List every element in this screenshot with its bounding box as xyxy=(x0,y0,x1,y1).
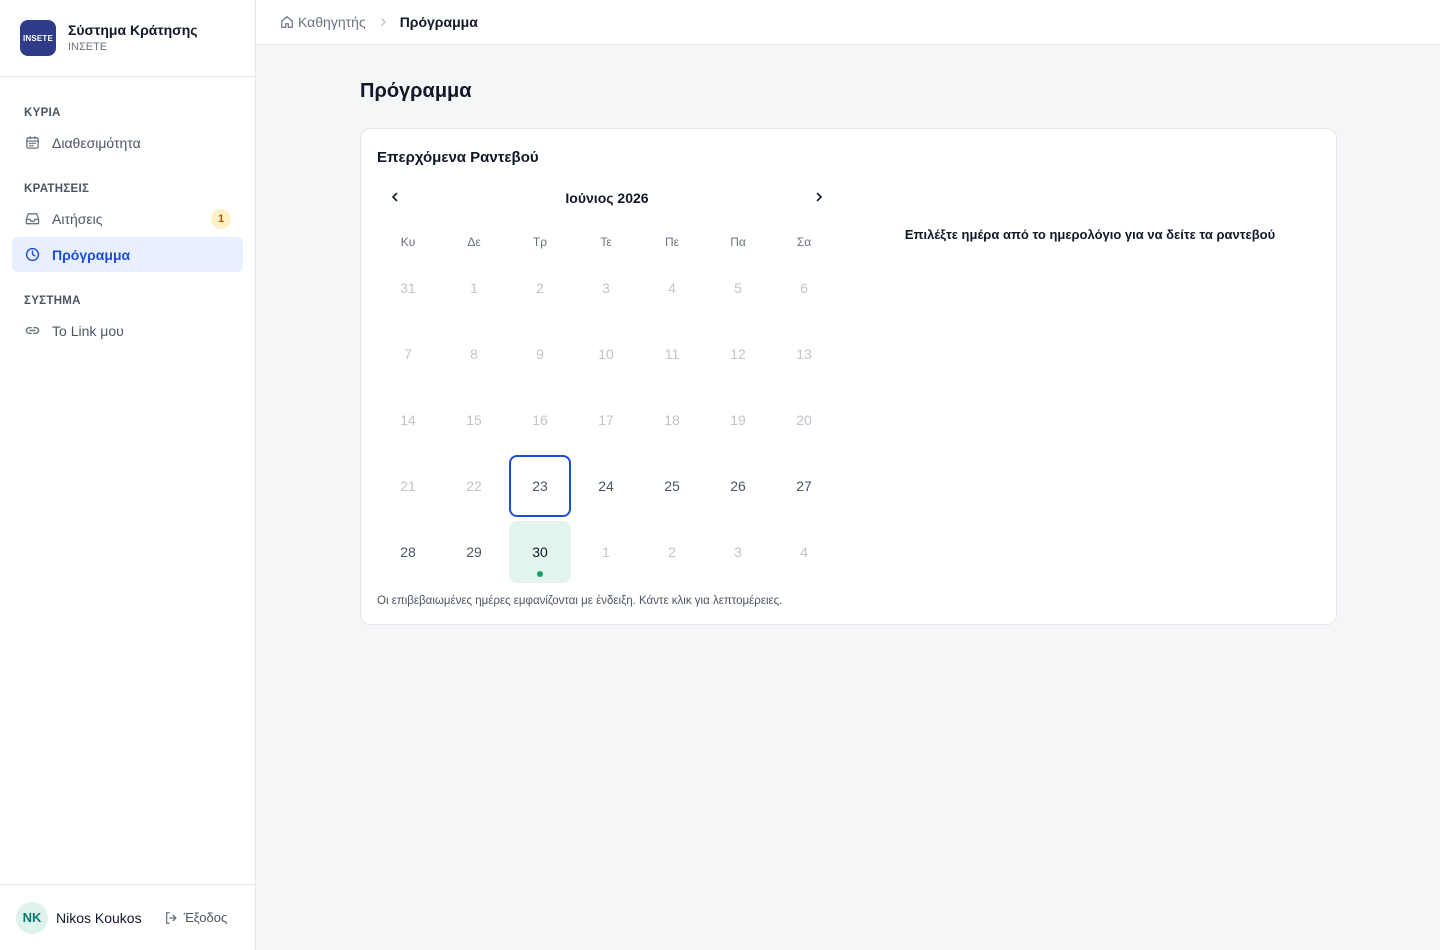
user-name: Nikos Koukos xyxy=(56,909,142,926)
calendar-day-today[interactable]: 23 xyxy=(509,455,571,517)
calendar-day[interactable]: 24 xyxy=(575,455,637,517)
sidebar-item-label: Το Link μου xyxy=(52,322,124,339)
calendar-day[interactable]: 7 xyxy=(377,323,439,385)
detail-hint: Επιλέξτε ημέρα από το ημερολόγιο για να … xyxy=(904,227,1276,242)
calendar-day[interactable]: 13 xyxy=(773,323,835,385)
calendar-day[interactable]: 2 xyxy=(641,521,703,583)
calendar-note: Οι επιβεβαιωμένες ημέρες εμφανίζονται με… xyxy=(377,595,783,607)
calendar-day[interactable]: 16 xyxy=(509,389,571,451)
month-label: Ιούνιος 2026 xyxy=(565,190,649,206)
calendar-day[interactable]: 5 xyxy=(707,257,769,319)
calendar-day[interactable]: 17 xyxy=(575,389,637,451)
calendar-day[interactable]: 31 xyxy=(377,257,439,319)
sidebar-item-my-link[interactable]: Το Link μου xyxy=(12,313,243,348)
chevron-right-icon xyxy=(813,190,825,208)
calendar-day[interactable]: 25 xyxy=(641,455,703,517)
calendar-day[interactable]: 18 xyxy=(641,389,703,451)
link-icon xyxy=(24,323,40,339)
sidebar-item-availability[interactable]: Διαθεσιμότητα xyxy=(12,125,243,160)
calendar-day[interactable]: 3 xyxy=(575,257,637,319)
calendar-day[interactable]: 8 xyxy=(443,323,505,385)
inbox-icon xyxy=(24,211,40,227)
calendar-day[interactable]: 1 xyxy=(443,257,505,319)
brand-logo: INSETE xyxy=(20,20,56,56)
calendar-day[interactable]: 12 xyxy=(707,323,769,385)
breadcrumb-home-label: Καθηγητής xyxy=(298,14,366,30)
clock-icon xyxy=(24,247,40,263)
calendar-day[interactable]: 15 xyxy=(443,389,505,451)
weekday-label: Κυ xyxy=(400,235,416,249)
weekday-label: Δε xyxy=(467,235,481,249)
calendar-day[interactable]: 9 xyxy=(509,323,571,385)
calendar-day[interactable]: 21 xyxy=(377,455,439,517)
calendar-day[interactable]: 22 xyxy=(443,455,505,517)
user-bar: NK Nikos Koukos Έξοδος xyxy=(0,884,256,950)
breadcrumb-current: Πρόγραμμα xyxy=(399,14,478,30)
appointments-card: Επερχόμενα Ραντεβού Ιούνιος 2026 Κυ Δε Τρ Τ… xyxy=(360,128,1337,625)
calendar-day[interactable]: 14 xyxy=(377,389,439,451)
chevron-right-icon xyxy=(378,17,388,27)
weekday-label: Τε xyxy=(600,235,612,249)
calendar-day[interactable]: 3 xyxy=(707,521,769,583)
sidebar-item-requests[interactable]: Αιτήσεις 1 xyxy=(12,201,243,236)
calendar-day[interactable]: 26 xyxy=(707,455,769,517)
brand: INSETE Σύστημα Κράτησης ΙΝΣΕΤΕ xyxy=(0,0,255,77)
weekday-label: Σα xyxy=(796,235,812,249)
logout-label: Έξοδος xyxy=(183,910,228,925)
calendar-day[interactable]: 27 xyxy=(773,455,835,517)
home-icon xyxy=(280,15,294,29)
breadcrumb-home[interactable]: Καθηγητής xyxy=(280,14,366,30)
calendar-day[interactable]: 1 xyxy=(575,521,637,583)
weekday-label: Πα xyxy=(730,235,746,249)
sidebar-item-label: Αιτήσεις xyxy=(52,210,103,227)
sidebar-item-label: Διαθεσιμότητα xyxy=(52,134,141,151)
logout-button[interactable]: Έξοδος xyxy=(164,910,228,925)
calendar-day[interactable]: 4 xyxy=(641,257,703,319)
brand-title: Σύστημα Κράτησης xyxy=(68,22,198,38)
calendar-day-confirmed[interactable]: 30 xyxy=(509,521,571,583)
avatar: NK xyxy=(16,901,48,934)
sidebar-item-schedule[interactable]: Πρόγραμμα xyxy=(12,237,243,272)
section-label-system: ΣΥΣΤΗΜΑ xyxy=(24,295,81,307)
calendar-day[interactable]: 11 xyxy=(641,323,703,385)
requests-count-badge: 1 xyxy=(211,209,231,229)
page-title: Πρόγραμμα xyxy=(360,80,472,102)
sidebar: INSETE Σύστημα Κράτησης ΙΝΣΕΤΕ ΚΥΡΙΑ Δια… xyxy=(0,0,256,950)
calendar-day[interactable]: 10 xyxy=(575,323,637,385)
calendar-day[interactable]: 28 xyxy=(377,521,439,583)
brand-subtitle: ΙΝΣΕΤΕ xyxy=(68,41,108,53)
weekday-label: Τρ xyxy=(532,235,548,249)
sidebar-item-label: Πρόγραμμα xyxy=(52,246,131,263)
logout-icon xyxy=(164,911,178,925)
chevron-left-icon xyxy=(389,190,401,208)
calendar-icon xyxy=(24,135,40,151)
section-label-bookings: ΚΡΑΤΗΣΕΙΣ xyxy=(24,183,90,195)
weekday-label: Πε xyxy=(664,235,679,249)
calendar-day[interactable]: 29 xyxy=(443,521,505,583)
calendar-day[interactable]: 4 xyxy=(773,521,835,583)
calendar-day[interactable]: 2 xyxy=(509,257,571,319)
card-title: Επερχόμενα Ραντεβού xyxy=(377,149,539,166)
calendar-day[interactable]: 6 xyxy=(773,257,835,319)
section-label-main: ΚΥΡΙΑ xyxy=(24,107,61,119)
breadcrumb: Καθηγητής Πρόγραμμα xyxy=(256,0,1440,45)
calendar-day[interactable]: 20 xyxy=(773,389,835,451)
calendar-day[interactable]: 19 xyxy=(707,389,769,451)
next-month-button[interactable] xyxy=(807,189,831,209)
prev-month-button[interactable] xyxy=(383,189,407,209)
